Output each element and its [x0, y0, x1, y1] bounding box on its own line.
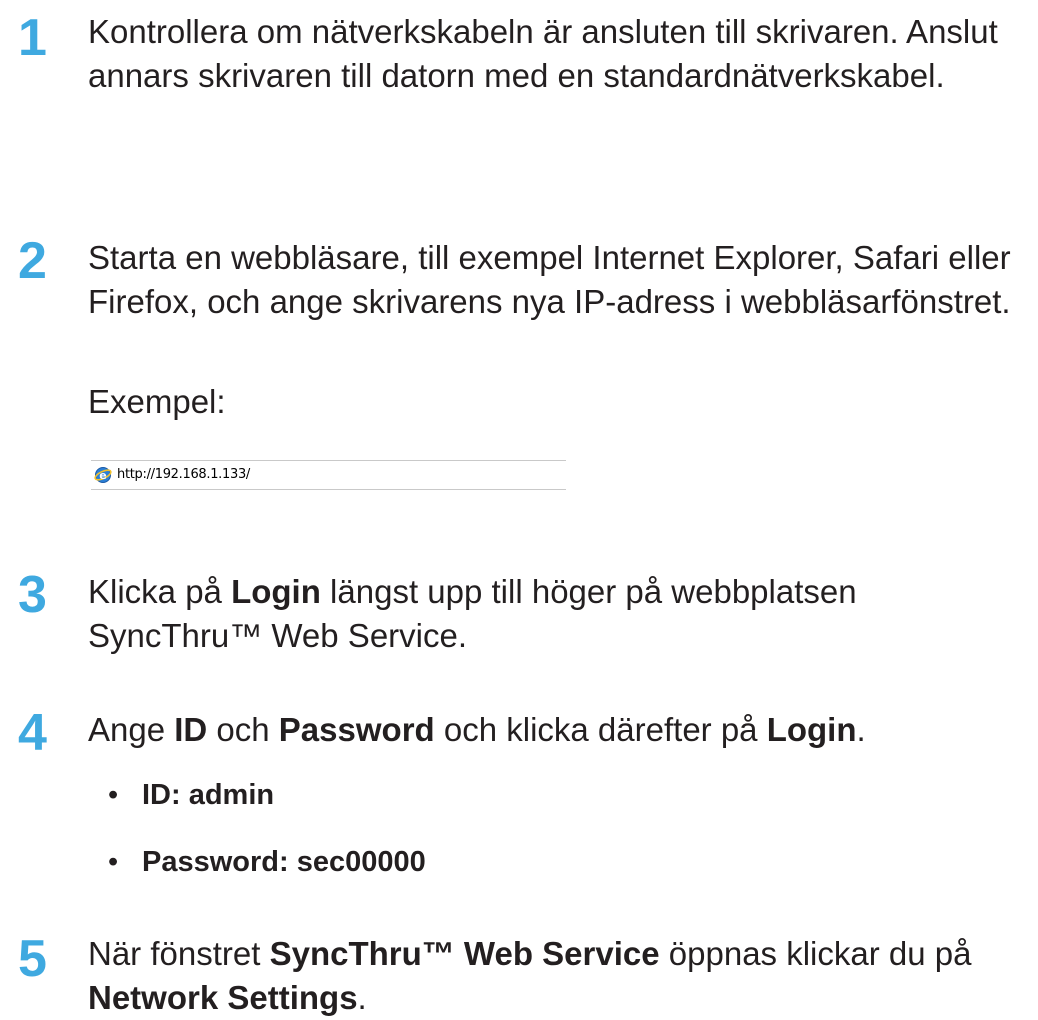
step-4-text-a: Ange — [88, 711, 175, 748]
browser-address-bar: e http://192.168.1.133/ — [91, 460, 566, 490]
step-4-login: Login — [766, 711, 857, 748]
step-5-text-b: öppnas klickar du på — [659, 935, 972, 972]
step-4-id: ID — [174, 711, 208, 748]
example-label: Exempel: — [88, 383, 226, 420]
step-3-text: Klicka på Login längst upp till höger på… — [88, 570, 1028, 658]
bullet-password: • — [108, 846, 119, 878]
step-1-text: Kontrollera om nätverkskabeln är anslute… — [88, 10, 1028, 98]
step-4-password: Password — [278, 711, 435, 748]
svg-text:e: e — [99, 469, 106, 482]
step-1-body: Kontrollera om nätverkskabeln är anslute… — [88, 13, 998, 94]
step-5-text-c: . — [357, 979, 367, 1016]
step-number-3: 3 — [18, 566, 47, 624]
step-5-network-settings: Network Settings — [88, 979, 358, 1016]
step-5-text: När fönstret SyncThru™ Web Service öppna… — [88, 932, 1028, 1020]
step-3-login: Login — [231, 573, 321, 610]
step-number-5: 5 — [18, 930, 47, 988]
internet-explorer-icon: e — [94, 467, 112, 483]
bullet-id: • — [108, 779, 119, 811]
step-5-text-a: När fönstret — [88, 935, 270, 972]
step-4-text: Ange ID och Password och klicka därefter… — [88, 708, 1028, 752]
step-number-2: 2 — [18, 232, 47, 290]
step-number-1: 1 — [18, 9, 47, 67]
step-2-text: Starta en webbläsare, till exempel Inter… — [88, 236, 1028, 324]
address-url: http://192.168.1.133/ — [117, 467, 251, 482]
step-2-body: Starta en webbläsare, till exempel Inter… — [88, 239, 1011, 320]
step-4-text-d: . — [856, 711, 866, 748]
step-4-text-c: och klicka därefter på — [434, 711, 767, 748]
step-4-text-b: och — [207, 711, 279, 748]
step-3-text-a: Klicka på — [88, 573, 232, 610]
step-5-syncthru: SyncThru™ Web Service — [269, 935, 660, 972]
credential-password: Password: sec00000 — [142, 846, 426, 878]
step-number-4: 4 — [18, 704, 47, 762]
credential-id: ID: admin — [142, 779, 275, 811]
